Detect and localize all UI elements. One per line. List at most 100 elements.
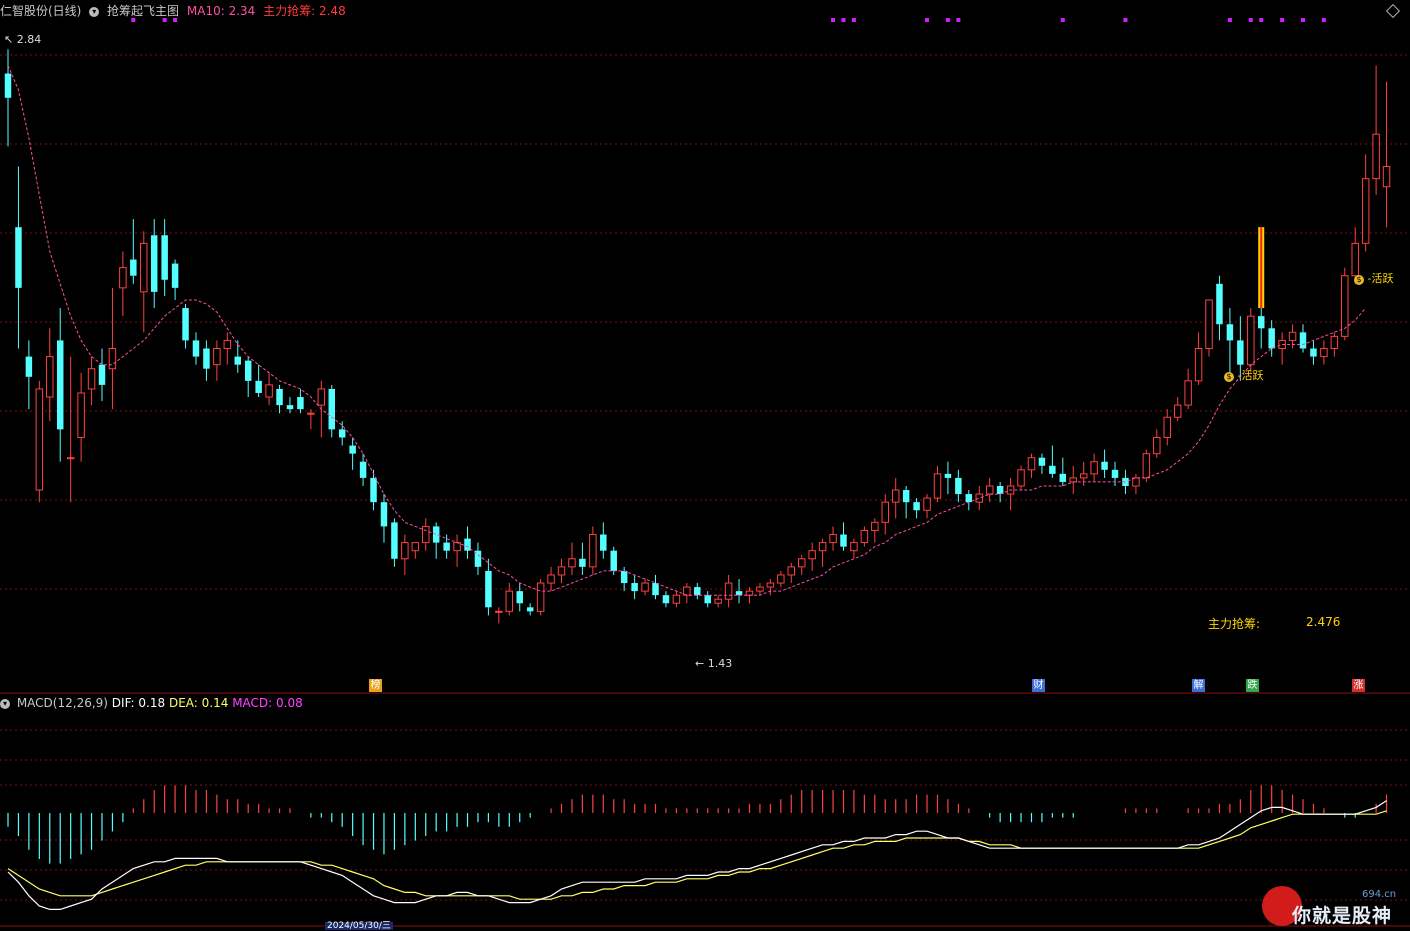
event-tag-zhang[interactable]: 涨: [1352, 679, 1365, 692]
candle-body: [453, 542, 461, 552]
candle-body: [766, 582, 775, 588]
event-tag-die[interactable]: 跌: [1246, 679, 1259, 692]
candle-body: [787, 566, 796, 576]
event-tag-bang[interactable]: 榜: [369, 679, 382, 692]
candle-body: [286, 405, 294, 410]
candle-body: [255, 380, 262, 393]
chevron-down-icon[interactable]: ▾: [89, 6, 100, 17]
candle-body: [1361, 178, 1370, 244]
high-price-label: ↖ 2.84: [4, 33, 42, 46]
candle-body: [4, 73, 12, 98]
candle-body: [797, 558, 806, 568]
arrow-left-icon: ↖: [4, 33, 14, 46]
candle-body: [244, 360, 252, 381]
candle-body: [1341, 275, 1349, 337]
candle-body: [579, 558, 586, 567]
dif-line: [7, 800, 1387, 910]
candle-body: [724, 582, 733, 600]
candle-body: [933, 473, 942, 499]
candle-body: [1069, 477, 1077, 483]
candle-body: [359, 461, 367, 478]
candle-body: [860, 529, 869, 544]
signal-dot: [831, 18, 836, 22]
candle-body: [871, 521, 879, 531]
candle-body: [192, 340, 200, 357]
indicator-name[interactable]: 抢筹起飞主图: [107, 4, 179, 18]
candle-body: [56, 340, 64, 430]
candle-body: [944, 473, 952, 478]
candle-body: [1101, 461, 1108, 470]
candle-body: [1142, 453, 1151, 479]
candle-body: [87, 368, 96, 390]
candle-body: [641, 582, 649, 592]
candle-body: [1049, 465, 1056, 474]
candle-body: [745, 590, 754, 596]
watermark-site: 694.cn: [1362, 889, 1397, 900]
money-bag-icon: $: [1354, 275, 1364, 285]
candle-body: [672, 594, 681, 604]
candle-body: [1027, 457, 1036, 471]
candle-body: [1268, 328, 1275, 349]
candle-body: [1173, 404, 1182, 418]
dea-line: [7, 810, 1387, 900]
candle-body: [850, 542, 858, 552]
candle-body: [223, 339, 232, 350]
candle-body: [349, 445, 356, 454]
candle-body: [66, 457, 75, 460]
candle-body: [1059, 473, 1067, 482]
candle-body: [913, 502, 920, 511]
event-tag-cai[interactable]: 财: [1032, 679, 1045, 692]
candle-body: [985, 485, 994, 495]
signal-dot: [956, 18, 961, 22]
signal-dot: [1248, 18, 1253, 22]
ma10-line: [7, 65, 1367, 596]
candle-body: [1194, 348, 1203, 382]
candle-body: [829, 534, 837, 544]
candle-body: [1038, 457, 1046, 466]
signal-dot: [1301, 18, 1306, 22]
signal-dot: [841, 18, 846, 22]
x-axis-date-label: 2024/05/30/三: [325, 921, 393, 931]
candle-body: [98, 364, 106, 385]
candle-body: [317, 388, 326, 406]
candle-body: [777, 574, 785, 584]
zhuli-bar-core: [1260, 227, 1263, 309]
candle-body: [891, 489, 900, 503]
chevron-down-icon[interactable]: ▾: [0, 698, 10, 709]
candle-body: [411, 542, 420, 552]
candle-body: [150, 235, 158, 292]
candle-body: [840, 534, 847, 547]
candle-body: [1320, 348, 1328, 358]
activity-annotation-1: $ -活跃: [1224, 367, 1263, 383]
candle-body: [234, 356, 241, 365]
candle-body: [1184, 380, 1192, 406]
chart-canvas[interactable]: [0, 0, 1410, 930]
candle-body: [1090, 461, 1098, 475]
arrow-left-icon: ←: [695, 657, 705, 670]
candle-body: [955, 477, 962, 495]
candle-body: [1216, 283, 1223, 325]
candle-body: [495, 610, 503, 613]
candle-body: [505, 590, 514, 612]
stock-name[interactable]: 仁智股份(日线): [0, 4, 81, 18]
candle-body: [130, 259, 137, 276]
event-tag-jie[interactable]: 解: [1192, 679, 1205, 692]
zhuli-label: 主力抢筹:: [1208, 617, 1261, 631]
signal-dot: [1259, 18, 1264, 22]
candle-body: [547, 574, 555, 584]
candle-body: [975, 493, 983, 503]
candle-body: [1382, 166, 1391, 188]
macd-title[interactable]: MACD(12,26,9): [17, 696, 108, 710]
candle-body: [818, 542, 827, 552]
candle-body: [1111, 469, 1119, 478]
candle-body: [694, 587, 701, 596]
candle-body: [1205, 299, 1213, 350]
candle-body: [297, 397, 304, 410]
signal-dot: [1321, 18, 1326, 22]
candle-body: [307, 412, 315, 415]
candle-body: [119, 267, 127, 289]
candle-body: [923, 497, 931, 511]
candle-body: [756, 586, 764, 592]
candle-body: [516, 591, 523, 604]
candle-body: [1153, 436, 1161, 455]
